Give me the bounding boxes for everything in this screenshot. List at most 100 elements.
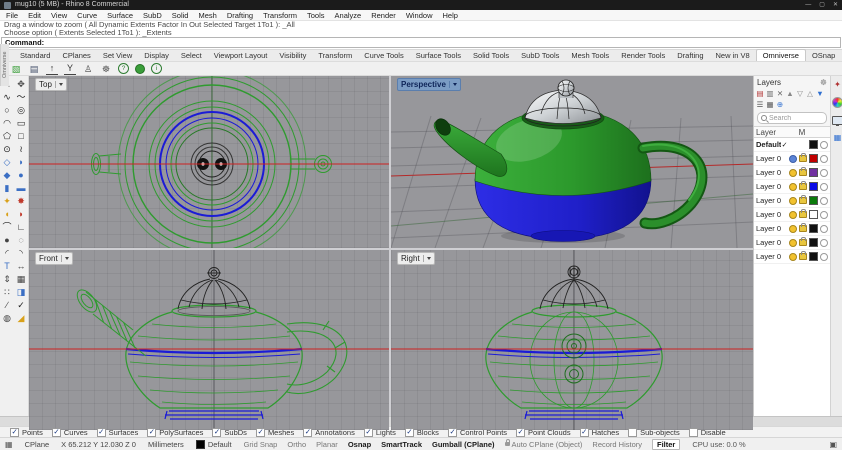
tool-icon[interactable]: ◆ [1, 169, 13, 182]
layers-view-icon[interactable]: ⊕ [776, 100, 784, 109]
chevron-down-icon[interactable] [65, 257, 69, 260]
filter-checkbox[interactable] [52, 428, 61, 437]
menu-item[interactable]: SubD [143, 11, 162, 20]
tool-icon[interactable]: ◢ [15, 312, 27, 325]
layer-lock-icon[interactable] [799, 197, 807, 204]
toolbar-icon[interactable]: Y [64, 63, 76, 75]
tool-icon[interactable]: ⬠ [1, 130, 13, 143]
viewport-right[interactable]: Right [391, 250, 753, 430]
menu-item[interactable]: Tools [307, 11, 325, 20]
layer-color-swatch[interactable] [809, 252, 818, 261]
layer-color-swatch[interactable] [809, 140, 818, 149]
layer-color-swatch[interactable] [809, 224, 818, 233]
layer-lock-icon[interactable] [799, 211, 807, 218]
filter-checkbox[interactable] [97, 428, 106, 437]
toolbar-icon[interactable]: ♙ [82, 63, 94, 75]
filter-checkbox[interactable] [405, 428, 414, 437]
layer-visibility-bulb-icon[interactable] [789, 253, 797, 261]
layers-search-input[interactable] [769, 115, 823, 122]
filter-checkbox[interactable] [10, 428, 19, 437]
layers-toolbar-icon[interactable]: ▲ [786, 89, 794, 98]
tool-icon[interactable]: ✦ [1, 195, 13, 208]
filter-checkbox[interactable] [448, 428, 457, 437]
toolbar-icon[interactable]: i [151, 63, 162, 74]
layer-row[interactable]: Layer 02 [754, 166, 830, 180]
toolbar-tab[interactable]: Curve Tools [358, 50, 409, 61]
toolbar-tab[interactable]: Display [138, 50, 175, 61]
tool-icon[interactable]: ◌ [15, 234, 27, 247]
tool-icon[interactable]: ○ [1, 104, 13, 117]
tool-icon[interactable]: ▭ [15, 117, 27, 130]
tool-icon[interactable]: ✥ [15, 78, 27, 91]
toolbar-icon[interactable]: ↑ [46, 63, 58, 75]
status-toggle[interactable]: Ortho [287, 440, 306, 449]
tool-icon[interactable]: ◖ [1, 208, 13, 221]
layer-name-column-header[interactable]: Layer [756, 128, 798, 137]
viewport-panel-tab-icon[interactable] [832, 116, 842, 125]
tool-icon[interactable]: ∷ [1, 286, 13, 299]
layer-row[interactable]: Layer 07 [754, 236, 830, 250]
layer-lock-icon[interactable] [799, 183, 807, 190]
filter-checkbox[interactable] [303, 428, 312, 437]
menu-item[interactable]: Analyze [335, 11, 362, 20]
filter-checkbox[interactable] [516, 428, 525, 437]
maximize-button[interactable]: ▢ [819, 0, 825, 10]
toolbar-tab[interactable]: New in V8 [710, 50, 756, 61]
tool-icon[interactable]: ◍ [1, 312, 13, 325]
filter-checkbox[interactable] [364, 428, 373, 437]
layers-view-icon[interactable]: ▦ [766, 100, 774, 109]
tool-icon[interactable]: ◜ [1, 247, 13, 260]
tool-icon[interactable]: ▬ [15, 182, 27, 195]
layer-row[interactable]: Layer 01 [754, 152, 830, 166]
toolbar-icon[interactable]: ☸ [100, 63, 112, 75]
layer-visibility-bulb-icon[interactable] [789, 225, 797, 233]
layers-search-box[interactable] [757, 112, 827, 124]
menu-item[interactable]: Surface [107, 11, 133, 20]
tool-icon[interactable]: 〜 [15, 91, 27, 104]
chevron-down-icon[interactable] [427, 257, 431, 260]
status-toggle[interactable]: Filter [652, 439, 680, 450]
menu-item[interactable]: Curve [77, 11, 97, 20]
menu-item[interactable]: Window [406, 11, 433, 20]
tool-icon[interactable]: ◝ [15, 247, 27, 260]
layer-row[interactable]: Layer 06 [754, 222, 830, 236]
toolbar-tab[interactable]: Render Tools [615, 50, 671, 61]
layer-visibility-bulb-icon[interactable] [789, 197, 797, 205]
layer-material-icon[interactable] [820, 169, 828, 177]
tool-icon[interactable]: ⌒ [1, 221, 13, 234]
filter-checkbox[interactable] [628, 428, 637, 437]
menu-item[interactable]: View [51, 11, 67, 20]
layers-toolbar-icon[interactable]: ✕ [776, 89, 784, 98]
toolbar-tab[interactable]: Viewport Layout [208, 50, 274, 61]
tool-icon[interactable]: ⊙ [1, 143, 13, 156]
viewport-title-perspective[interactable]: Perspective [397, 78, 461, 91]
layer-visibility-bulb-icon[interactable] [789, 211, 797, 219]
chevron-down-icon[interactable] [453, 83, 457, 86]
menu-item[interactable]: Solid [172, 11, 189, 20]
toolbar-tab[interactable]: OSnap [806, 50, 841, 61]
toolbar-tab[interactable]: Surface Tools [410, 50, 467, 61]
tool-icon[interactable]: ∕ [1, 299, 13, 312]
toolbar-tab[interactable]: CPlanes [56, 50, 96, 61]
web-panel-tab-icon[interactable]: ▦ [834, 133, 842, 142]
status-toggle[interactable]: Planar [316, 440, 338, 449]
menu-item[interactable]: Help [443, 11, 458, 20]
layers-toolbar-icon[interactable]: ▥ [766, 89, 774, 98]
toolbar-tab[interactable]: Transform [312, 50, 358, 61]
layer-material-icon[interactable] [820, 141, 828, 149]
tool-icon[interactable]: ◗ [15, 208, 27, 221]
toolbar-icon[interactable]: ? [118, 63, 129, 74]
tool-icon[interactable]: ∟ [15, 221, 27, 234]
filter-checkbox[interactable] [147, 428, 156, 437]
layer-lock-icon[interactable] [799, 225, 807, 232]
layer-row[interactable]: Default ✓ [754, 138, 830, 152]
viewport-perspective[interactable]: Perspective [391, 76, 753, 248]
layer-lock-icon[interactable] [799, 155, 807, 162]
tool-icon[interactable]: ◇ [1, 156, 13, 169]
layer-material-icon[interactable] [820, 211, 828, 219]
tool-icon[interactable]: ◎ [15, 104, 27, 117]
tool-icon[interactable]: ● [15, 169, 27, 182]
layer-lock-icon[interactable] [799, 253, 807, 260]
layer-visibility-bulb-icon[interactable] [789, 169, 797, 177]
layer-material-icon[interactable] [820, 183, 828, 191]
